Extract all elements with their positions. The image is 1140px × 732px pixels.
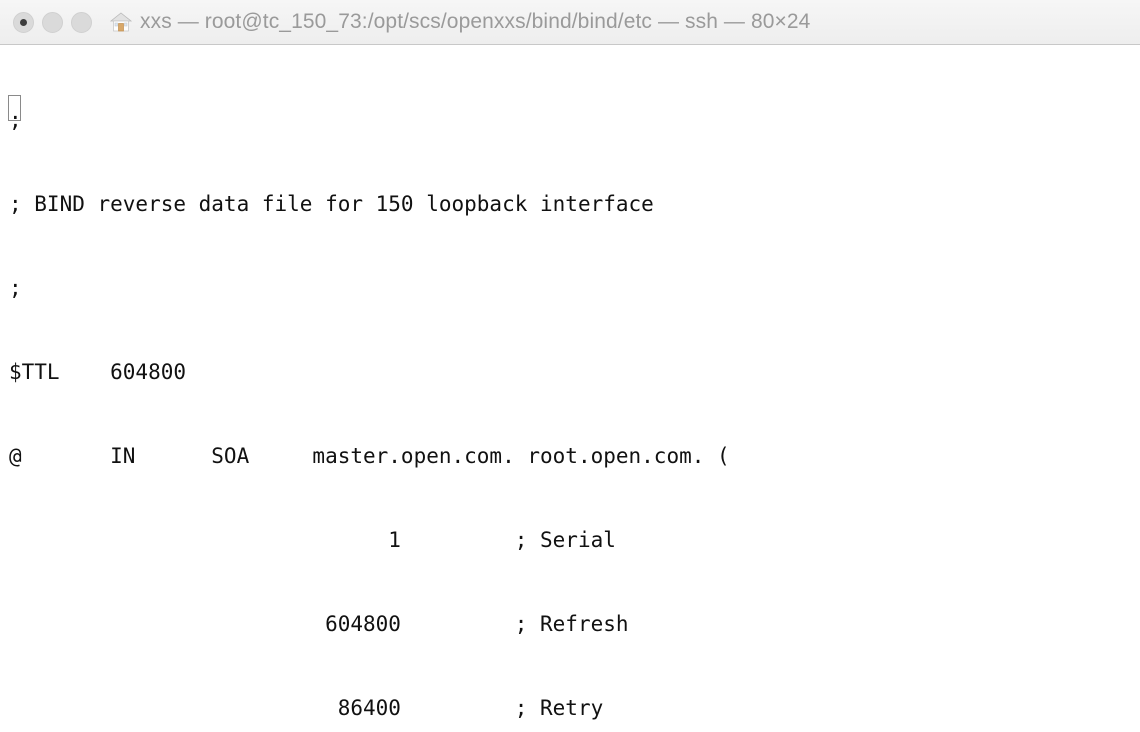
buffer-line: @ IN SOA master.open.com. root.open.com.… [9, 444, 730, 468]
traffic-light-group [0, 11, 92, 33]
buffer-line: 1 ; Serial [9, 528, 616, 552]
buffer-line: ; [9, 108, 22, 132]
vim-buffer: ; ; BIND reverse data file for 150 loopb… [9, 50, 768, 732]
terminal-window: xxs — root@tc_150_73:/opt/scs/openxxs/bi… [0, 0, 1140, 732]
buffer-line: ; [9, 276, 22, 300]
buffer-line: 86400 ; Retry [9, 696, 604, 720]
terminal-screen[interactable]: ; ; BIND reverse data file for 150 loopb… [0, 45, 1140, 732]
window-titlebar: xxs — root@tc_150_73:/opt/scs/openxxs/bi… [0, 0, 1140, 45]
minimize-button[interactable] [42, 11, 63, 33]
zoom-button[interactable] [71, 11, 92, 33]
buffer-line: $TTL 604800 [9, 360, 187, 384]
close-button[interactable] [13, 11, 34, 33]
window-title: xxs — root@tc_150_73:/opt/scs/openxxs/bi… [140, 10, 811, 33]
home-icon [108, 9, 134, 35]
buffer-line: ; BIND reverse data file for 150 loopbac… [9, 192, 654, 216]
buffer-line: 604800 ; Refresh [9, 612, 629, 636]
